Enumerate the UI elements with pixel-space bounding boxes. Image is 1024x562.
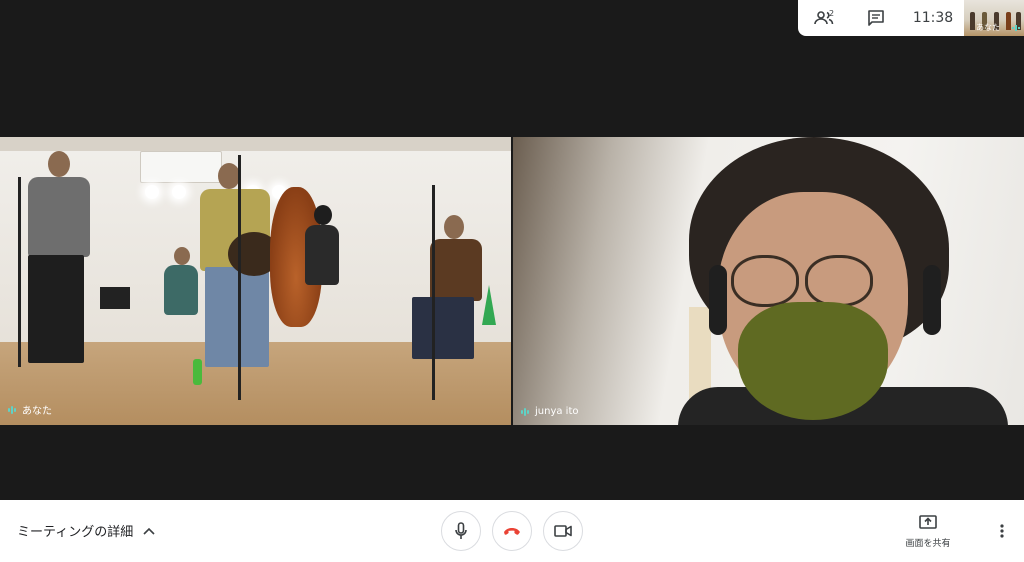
- video-tile-junya-ito[interactable]: junya ito: [513, 137, 1024, 425]
- mic-stand: [432, 185, 435, 400]
- traffic-cone: [482, 285, 496, 325]
- meeting-details-label: ミーティングの詳細: [17, 525, 134, 540]
- headphone-left: [709, 265, 727, 335]
- water-bottle: [193, 359, 202, 385]
- self-view-thumbnail[interactable]: あなた: [964, 0, 1024, 36]
- chat-button[interactable]: [850, 0, 902, 36]
- video-tile-self[interactable]: あなた: [0, 137, 511, 425]
- camera-toggle-button[interactable]: [543, 511, 583, 551]
- mic-stand: [238, 155, 241, 400]
- participant-name-tag: junya ito: [521, 406, 579, 417]
- participants-button[interactable]: 2: [798, 0, 850, 36]
- clock: 11:38: [912, 10, 954, 26]
- microphone-icon: [455, 522, 467, 539]
- chevron-up-icon: [143, 527, 155, 535]
- participant-name: あなた: [22, 406, 52, 417]
- top-info-bar: 2 11:38 あなた: [798, 0, 1024, 36]
- audio-indicator-icon: [8, 405, 16, 414]
- room-ceiling: [0, 137, 511, 151]
- meeting-details-button[interactable]: ミーティングの詳細: [17, 521, 155, 540]
- eyeglass-lens: [805, 255, 873, 307]
- more-options-button[interactable]: [994, 521, 1010, 541]
- share-screen-label: 画面を共有: [905, 539, 951, 549]
- stage-light: [172, 185, 186, 199]
- air-conditioner: [140, 151, 222, 183]
- video-camera-icon: [554, 525, 572, 537]
- audio-indicator-icon: [1012, 25, 1020, 31]
- share-screen-button[interactable]: 画面を共有: [897, 514, 959, 549]
- hang-up-icon: [504, 528, 520, 535]
- hang-up-button[interactable]: [492, 511, 532, 551]
- bottom-control-bar: ミーティングの詳細 画面を共有: [0, 500, 1024, 562]
- present-screen-icon: [919, 515, 937, 529]
- participant-name: junya ito: [535, 406, 579, 417]
- amplifier: [100, 287, 130, 309]
- participant-name-tag: あなた: [8, 402, 52, 417]
- stage-light: [145, 185, 159, 199]
- eyeglass-lens: [731, 255, 799, 307]
- audio-indicator-icon: [521, 407, 529, 416]
- chat-icon: [868, 10, 884, 26]
- headphone-right: [923, 265, 941, 335]
- participants-count: 2: [829, 9, 835, 18]
- self-view-label: あなた: [976, 23, 1000, 32]
- face-mask: [738, 302, 888, 420]
- mic-stand: [18, 177, 21, 367]
- mic-toggle-button[interactable]: [441, 511, 481, 551]
- more-vert-icon: [1000, 524, 1004, 538]
